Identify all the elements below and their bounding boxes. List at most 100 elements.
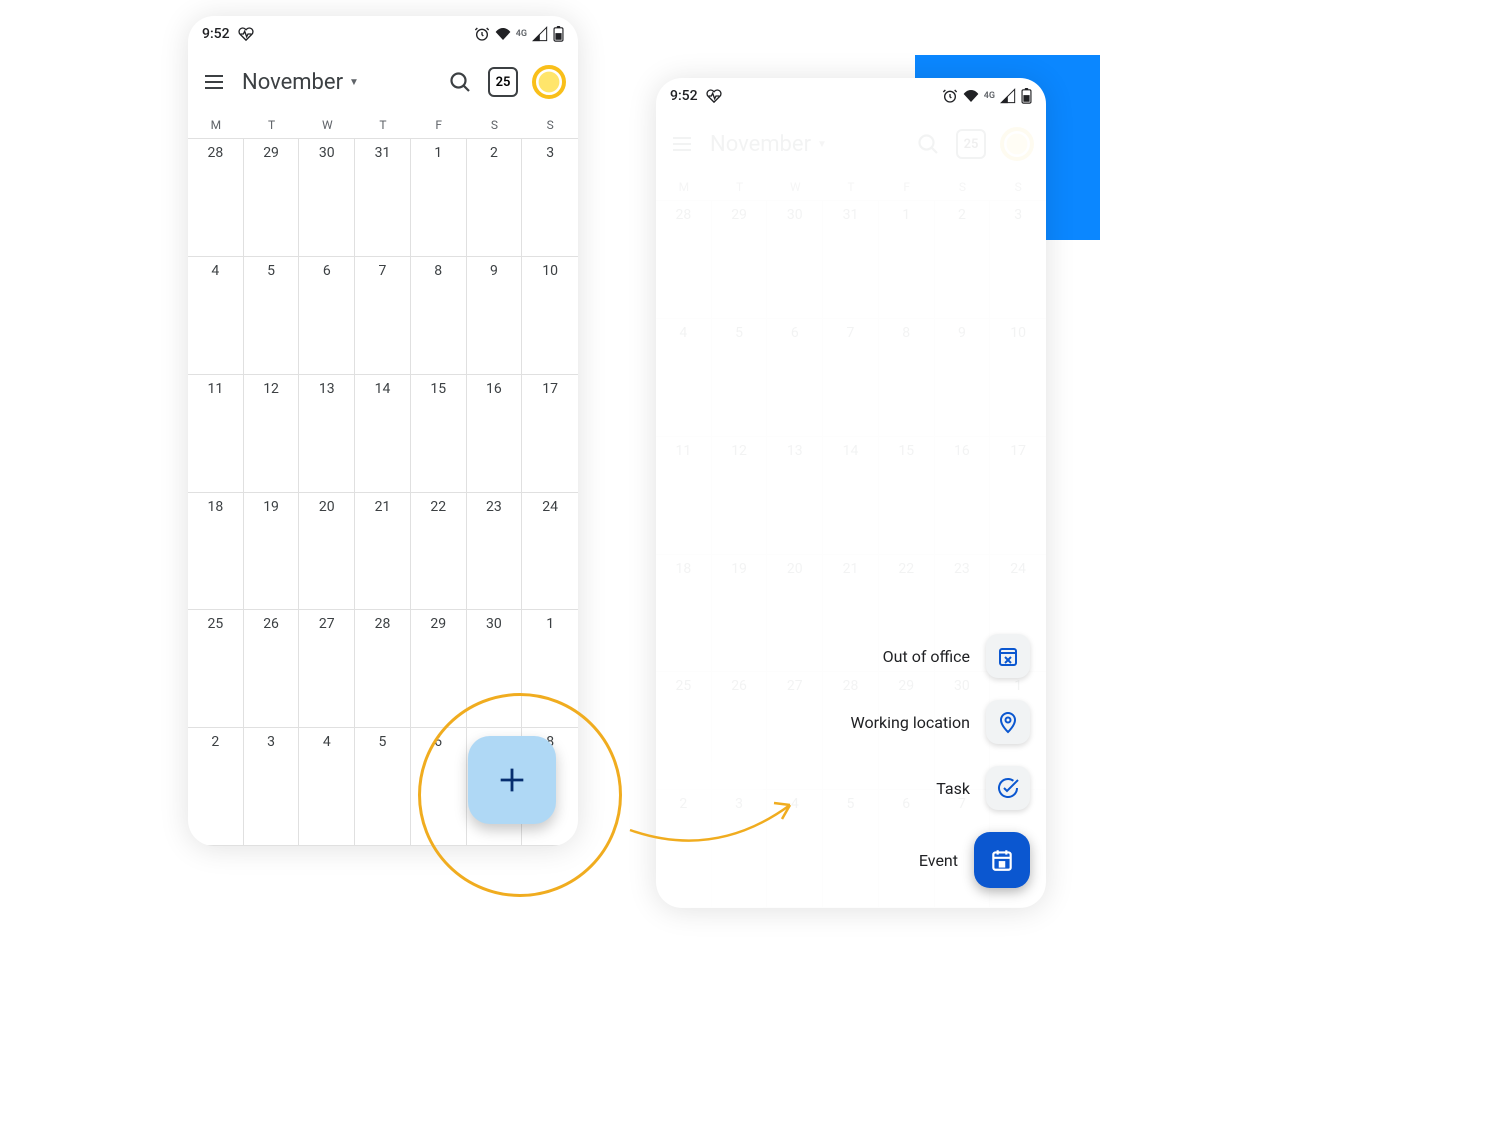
- weekday-header: M T W T F S S: [656, 174, 1046, 200]
- day-cell[interactable]: 4: [188, 257, 244, 375]
- day-cell: 25: [656, 672, 712, 790]
- today-number: 25: [496, 75, 511, 90]
- search-icon[interactable]: [446, 68, 474, 96]
- signal-icon: [1000, 88, 1016, 104]
- day-cell[interactable]: 25: [188, 610, 244, 728]
- month-dropdown[interactable]: November ▼: [242, 70, 359, 95]
- day-cell: 1: [879, 201, 935, 319]
- day-cell[interactable]: 6: [411, 728, 467, 846]
- day-cell: 27: [767, 672, 823, 790]
- hamburger-menu-icon[interactable]: [200, 68, 228, 96]
- fab-item-working-location[interactable]: Working location: [851, 700, 1030, 744]
- weekday-label: T: [712, 180, 768, 194]
- day-cell[interactable]: 19: [244, 493, 300, 611]
- day-cell[interactable]: 31: [355, 139, 411, 257]
- day-cell[interactable]: 8: [411, 257, 467, 375]
- day-cell[interactable]: 28: [188, 139, 244, 257]
- day-cell[interactable]: 3: [244, 728, 300, 846]
- day-cell[interactable]: 1: [522, 610, 578, 728]
- day-cell[interactable]: 11: [188, 375, 244, 493]
- day-cell[interactable]: 7: [355, 257, 411, 375]
- fab-item-label: Task: [936, 779, 970, 798]
- day-cell: 6: [767, 319, 823, 437]
- day-cell: 30: [767, 201, 823, 319]
- day-cell[interactable]: 17: [522, 375, 578, 493]
- day-cell[interactable]: 28: [355, 610, 411, 728]
- day-cell[interactable]: 30: [299, 139, 355, 257]
- day-cell[interactable]: 3: [522, 139, 578, 257]
- heart-rate-icon: [238, 26, 254, 42]
- fab-item-task[interactable]: Task: [936, 766, 1030, 810]
- month-dropdown: November ▼: [710, 132, 827, 157]
- signal-icon: [532, 26, 548, 42]
- day-cell: 9: [935, 319, 991, 437]
- day-cell[interactable]: 5: [244, 257, 300, 375]
- chevron-down-icon: ▼: [349, 77, 359, 88]
- day-cell[interactable]: 13: [299, 375, 355, 493]
- status-bar: 9:52 4G: [656, 78, 1046, 114]
- day-cell[interactable]: 14: [355, 375, 411, 493]
- chevron-down-icon: ▼: [817, 139, 827, 150]
- day-cell[interactable]: 15: [411, 375, 467, 493]
- day-cell: 17: [990, 437, 1046, 555]
- fab-menu: Out of office Working location Task Even…: [851, 634, 1030, 888]
- day-cell[interactable]: 21: [355, 493, 411, 611]
- weekday-label: W: [767, 180, 823, 194]
- day-cell: 4: [767, 790, 823, 908]
- day-cell[interactable]: 2: [467, 139, 523, 257]
- day-cell[interactable]: 4: [299, 728, 355, 846]
- day-cell: 26: [712, 672, 768, 790]
- alarm-icon: [474, 26, 490, 42]
- day-cell: 11: [656, 437, 712, 555]
- weekday-label: S: [990, 180, 1046, 194]
- network-type: 4G: [516, 29, 527, 39]
- day-cell[interactable]: 30: [467, 610, 523, 728]
- status-bar: 9:52 4G: [188, 16, 578, 52]
- day-cell: 10: [990, 319, 1046, 437]
- day-cell: 4: [656, 319, 712, 437]
- day-cell[interactable]: 2: [188, 728, 244, 846]
- day-cell: 8: [879, 319, 935, 437]
- day-cell[interactable]: 26: [244, 610, 300, 728]
- day-cell[interactable]: 6: [299, 257, 355, 375]
- day-cell[interactable]: 1: [411, 139, 467, 257]
- account-avatar[interactable]: [532, 65, 566, 99]
- day-cell: 28: [656, 201, 712, 319]
- fab-item-label: Out of office: [883, 647, 970, 666]
- weekday-label: W: [299, 118, 355, 132]
- day-cell[interactable]: 20: [299, 493, 355, 611]
- day-cell[interactable]: 24: [522, 493, 578, 611]
- day-cell: 5: [712, 319, 768, 437]
- day-cell[interactable]: 12: [244, 375, 300, 493]
- weekday-label: S: [935, 180, 991, 194]
- battery-icon: [1021, 88, 1032, 104]
- phone-screen-calendar-month: 9:52 4G: [188, 16, 578, 846]
- weekday-label: F: [411, 118, 467, 132]
- day-cell: 19: [712, 555, 768, 673]
- day-cell[interactable]: 18: [188, 493, 244, 611]
- day-cell[interactable]: 27: [299, 610, 355, 728]
- day-cell[interactable]: 22: [411, 493, 467, 611]
- day-cell[interactable]: 29: [244, 139, 300, 257]
- weekday-label: S: [467, 118, 523, 132]
- day-cell[interactable]: 10: [522, 257, 578, 375]
- phone-screen-fab-menu: 9:52 4G: [656, 78, 1046, 908]
- fab-item-event[interactable]: Event: [919, 832, 1030, 888]
- day-cell[interactable]: 23: [467, 493, 523, 611]
- day-cell: 16: [935, 437, 991, 555]
- day-cell[interactable]: 29: [411, 610, 467, 728]
- network-type: 4G: [984, 91, 995, 101]
- day-cell[interactable]: 5: [355, 728, 411, 846]
- day-cell[interactable]: 16: [467, 375, 523, 493]
- today-button[interactable]: 25: [488, 67, 518, 97]
- heart-rate-icon: [706, 88, 722, 104]
- weekday-label: M: [656, 180, 712, 194]
- month-label-text: November: [710, 132, 811, 157]
- fab-item-out-of-office[interactable]: Out of office: [883, 634, 1030, 678]
- battery-icon: [553, 26, 564, 42]
- day-cell: 3: [990, 201, 1046, 319]
- create-fab[interactable]: [468, 736, 556, 824]
- day-cell[interactable]: 9: [467, 257, 523, 375]
- app-bar: November ▼ 25: [656, 114, 1046, 174]
- account-avatar: [1000, 127, 1034, 161]
